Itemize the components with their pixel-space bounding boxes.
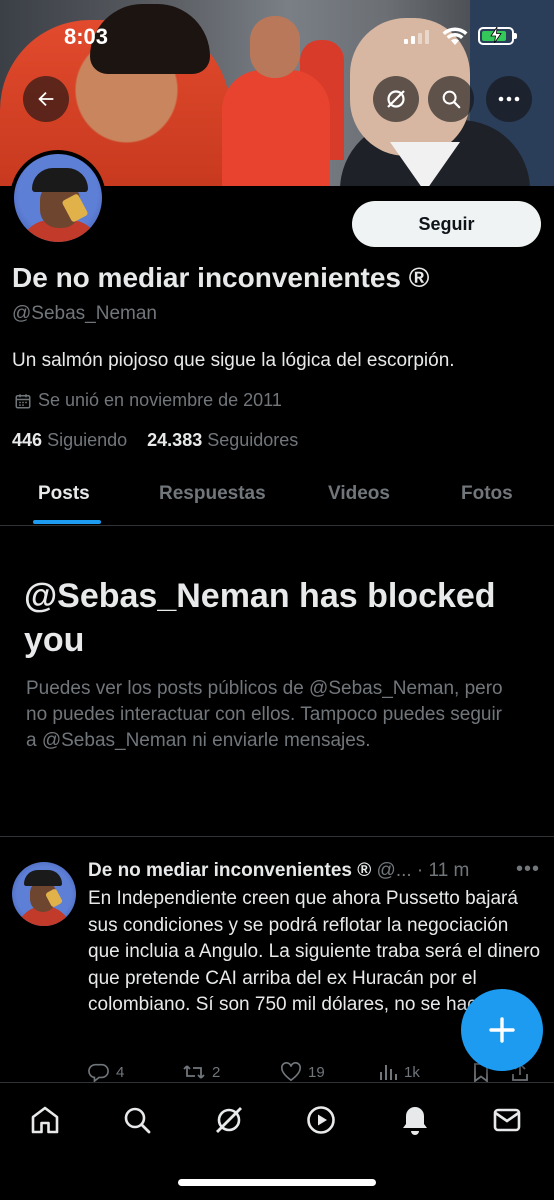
home-icon: [31, 1106, 59, 1134]
nav-video[interactable]: [304, 1103, 338, 1137]
repost-icon: [183, 1065, 205, 1079]
reply-count: 4: [116, 1063, 125, 1081]
more-button[interactable]: [486, 76, 532, 122]
repost-button[interactable]: 2: [182, 1062, 220, 1082]
followers-link[interactable]: 24.383 Seguidores: [147, 430, 298, 450]
grok-button[interactable]: [373, 76, 419, 122]
profile-handle: @Sebas_Neman: [12, 303, 157, 324]
join-date-text: Se unió en noviembre de 2011: [38, 390, 282, 410]
post-header: De no mediar inconvenientes ® @... · 11 …: [88, 860, 498, 882]
followers-label: Seguidores: [207, 430, 299, 450]
blocked-title: @Sebas_Neman has blocked you: [24, 577, 496, 659]
cellular-signal-icon: [404, 30, 434, 44]
nav-grok[interactable]: [212, 1103, 246, 1137]
post-author[interactable]: De no mediar inconvenientes ®: [88, 860, 371, 881]
like-button[interactable]: 19: [280, 1062, 325, 1082]
views-icon: [380, 1065, 397, 1080]
reply-icon: [88, 1063, 109, 1082]
views-button[interactable]: 1k: [378, 1062, 420, 1082]
like-icon: [281, 1062, 301, 1082]
compose-button[interactable]: [461, 989, 543, 1071]
tab-videos[interactable]: Videos: [328, 483, 390, 505]
active-tab-indicator: [33, 520, 101, 524]
grok-nav-icon: [216, 1107, 242, 1133]
nav-notifications[interactable]: [398, 1103, 432, 1137]
post-actions: 4 2 19 1k: [88, 1062, 528, 1084]
profile-tabs: Posts Respuestas Videos Fotos: [0, 466, 554, 526]
grok-icon: [387, 90, 405, 108]
profile-avatar[interactable]: [10, 150, 106, 246]
like-count: 19: [308, 1063, 325, 1081]
tab-posts[interactable]: Posts: [38, 483, 90, 505]
more-icon: [498, 96, 520, 102]
tab-replies[interactable]: Respuestas: [159, 483, 266, 505]
repost-count: 2: [212, 1063, 221, 1081]
calendar-icon: [15, 393, 31, 408]
status-bar: 8:03: [0, 0, 554, 74]
post-avatar[interactable]: [12, 862, 76, 926]
post-more-icon[interactable]: •••: [516, 858, 540, 881]
join-date: Se unió en noviembre de 2011: [14, 390, 282, 411]
profile-name: De no mediar inconvenientes ®: [12, 262, 430, 293]
tab-photos[interactable]: Fotos: [461, 483, 513, 505]
video-icon: [307, 1106, 335, 1134]
blocked-message: Puedes ver los posts públicos de @Sebas_…: [26, 678, 503, 751]
following-link[interactable]: 446 Siguiendo: [12, 430, 127, 450]
nav-home[interactable]: [28, 1103, 62, 1137]
back-button[interactable]: [23, 76, 69, 122]
wifi-icon: [442, 27, 468, 45]
followers-count: 24.383: [147, 430, 203, 450]
search-button[interactable]: [428, 76, 474, 122]
reply-button[interactable]: 4: [88, 1062, 124, 1082]
explore-icon: [124, 1107, 151, 1134]
status-time: 8:03: [64, 24, 109, 49]
home-indicator: [178, 1179, 376, 1186]
nav-explore[interactable]: [120, 1103, 154, 1137]
notifications-icon: [403, 1107, 427, 1135]
follow-button[interactable]: Seguir: [352, 201, 541, 247]
messages-icon: [493, 1108, 521, 1132]
post-meta: @... · 11 m: [376, 860, 470, 881]
following-label: Siguiendo: [47, 430, 128, 450]
nav-messages[interactable]: [490, 1103, 524, 1137]
profile-bio: Un salmón piojoso que sigue la lógica de…: [12, 350, 455, 371]
views-count: 1k: [404, 1063, 420, 1081]
compose-plus-icon: [489, 1017, 515, 1043]
section-divider: [0, 836, 554, 837]
following-count: 446: [12, 430, 43, 450]
battery-icon: [478, 27, 517, 45]
back-arrow-icon: [38, 91, 54, 107]
follow-stats: 446 Siguiendo 24.383 Seguidores: [12, 430, 298, 451]
search-icon: [442, 90, 461, 109]
